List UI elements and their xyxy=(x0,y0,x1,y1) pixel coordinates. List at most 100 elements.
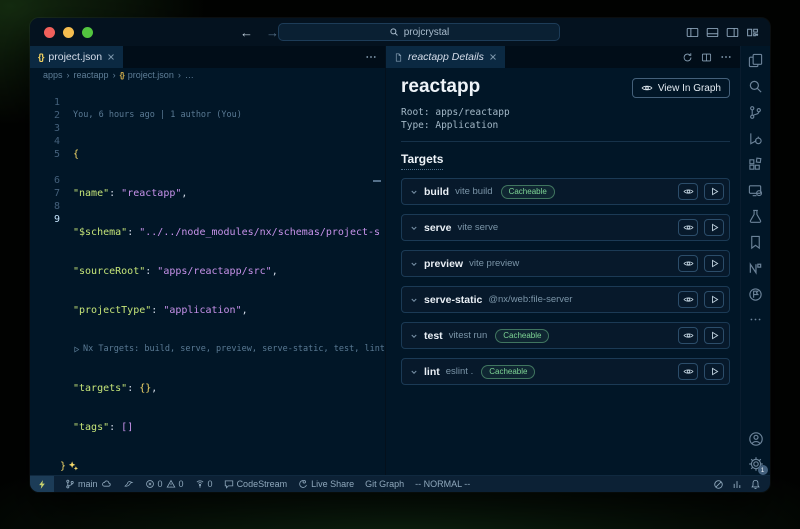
tab-bar-right: reactapp Details xyxy=(386,46,740,68)
chevron-down-icon[interactable] xyxy=(410,260,418,268)
breadcrumb-separator-icon: › xyxy=(113,70,116,80)
more-actions-icon[interactable] xyxy=(720,51,732,63)
code-line: } xyxy=(60,460,385,473)
target-name: serve-static xyxy=(424,294,482,306)
toggle-panel-icon[interactable] xyxy=(706,26,719,39)
source-control-icon[interactable] xyxy=(748,105,763,120)
breadcrumb[interactable]: apps › reactapp › {} project.json › … xyxy=(30,68,385,82)
tab-reactapp-details[interactable]: reactapp Details xyxy=(386,46,505,68)
close-tab-icon[interactable] xyxy=(489,53,497,61)
flag-circle-icon[interactable] xyxy=(748,287,763,302)
chevron-down-icon[interactable] xyxy=(410,224,418,232)
run-target-button[interactable] xyxy=(704,327,724,344)
title-bar: ← → projcrystal xyxy=(30,18,770,46)
maximize-window-button[interactable] xyxy=(82,27,93,38)
tab-project-json[interactable]: {} project.json xyxy=(30,46,123,68)
more-views-icon[interactable] xyxy=(749,313,762,326)
target-name: preview xyxy=(424,258,463,270)
gitlens-blame-lens[interactable]: You, 6 hours ago | 1 author (You) xyxy=(60,109,385,122)
chevron-down-icon[interactable] xyxy=(410,368,418,376)
code-line: "name": "reactapp", xyxy=(60,187,385,200)
target-row-lint[interactable]: lint eslint . Cacheable xyxy=(401,358,730,385)
run-debug-icon[interactable] xyxy=(748,131,763,146)
problems-status[interactable]: 0 0 xyxy=(145,479,184,489)
project-title: reactapp xyxy=(401,76,480,98)
do-not-disturb-icon[interactable] xyxy=(713,479,724,490)
project-root: Root: apps/reactapp xyxy=(401,106,730,119)
live-share-status[interactable]: Live Share xyxy=(298,479,354,489)
comment-icon xyxy=(224,479,234,489)
git-branch-status[interactable]: main xyxy=(65,479,112,489)
explorer-icon[interactable] xyxy=(748,53,763,68)
target-row-build[interactable]: build vite build Cacheable xyxy=(401,178,730,205)
breadcrumb-item[interactable]: reactapp xyxy=(74,70,109,80)
extensions-icon[interactable] xyxy=(748,157,763,172)
target-command: vite preview xyxy=(469,258,519,269)
target-name: test xyxy=(424,330,443,342)
target-row-serve[interactable]: serve vite serve xyxy=(401,214,730,241)
toggle-secondary-sidebar-icon[interactable] xyxy=(726,26,739,39)
nx-targets-lens[interactable]: Nx Targets: build, serve, preview, serve… xyxy=(60,343,385,356)
cloud-sync-icon xyxy=(101,479,112,489)
file-icon xyxy=(394,52,403,63)
search-icon[interactable] xyxy=(748,79,763,94)
bookmarks-icon[interactable] xyxy=(748,235,763,250)
testing-icon[interactable] xyxy=(748,209,763,224)
view-target-button[interactable] xyxy=(678,255,698,272)
bird-icon[interactable] xyxy=(123,479,134,489)
editor-group-left: {} project.json apps › reactapp › {} pro… xyxy=(30,46,385,475)
settings-badge: 1 xyxy=(758,465,768,475)
settings-gear-icon[interactable]: 1 xyxy=(748,456,764,472)
run-target-button[interactable] xyxy=(704,291,724,308)
close-window-button[interactable] xyxy=(44,27,55,38)
more-actions-icon[interactable] xyxy=(365,51,377,63)
breadcrumb-item[interactable]: apps xyxy=(43,70,63,80)
ports-status[interactable]: 0 xyxy=(195,479,213,489)
view-target-button[interactable] xyxy=(678,219,698,236)
view-target-button[interactable] xyxy=(678,327,698,344)
search-value: projcrystal xyxy=(404,27,450,38)
bars-icon[interactable] xyxy=(732,479,742,490)
split-editor-icon[interactable] xyxy=(701,52,712,63)
breadcrumb-item[interactable]: project.json xyxy=(128,70,174,80)
minimize-window-button[interactable] xyxy=(63,27,74,38)
customize-layout-icon[interactable] xyxy=(746,26,759,39)
view-target-button[interactable] xyxy=(678,363,698,380)
json-file-icon: {} xyxy=(38,52,43,63)
view-in-graph-button[interactable]: View In Graph xyxy=(632,78,730,98)
activity-bar: 1 xyxy=(740,46,770,475)
sparkle-icon[interactable] xyxy=(68,460,79,471)
codestream-status[interactable]: CodeStream xyxy=(224,479,288,489)
scrollbar-marker[interactable] xyxy=(373,180,381,182)
bell-icon[interactable] xyxy=(750,479,761,490)
run-target-button[interactable] xyxy=(704,219,724,236)
git-graph-status[interactable]: Git Graph xyxy=(365,479,404,489)
run-target-button[interactable] xyxy=(704,255,724,272)
code-editor[interactable]: 12345 678 9 You, 6 hours ago | 1 author … xyxy=(30,82,385,492)
refresh-icon[interactable] xyxy=(682,52,693,63)
view-target-button[interactable] xyxy=(678,183,698,200)
chevron-down-icon[interactable] xyxy=(410,296,418,304)
target-row-serve-static[interactable]: serve-static @nx/web:file-server xyxy=(401,286,730,313)
account-icon[interactable] xyxy=(748,431,764,447)
remote-explorer-icon[interactable] xyxy=(748,183,763,198)
target-row-test[interactable]: test vitest run Cacheable xyxy=(401,322,730,349)
run-target-button[interactable] xyxy=(704,183,724,200)
target-row-preview[interactable]: preview vite preview xyxy=(401,250,730,277)
search-input[interactable]: projcrystal xyxy=(278,23,560,41)
divider xyxy=(401,141,730,142)
chevron-down-icon[interactable] xyxy=(410,332,418,340)
chevron-down-icon[interactable] xyxy=(410,188,418,196)
close-tab-icon[interactable] xyxy=(107,53,115,61)
remote-indicator[interactable] xyxy=(30,476,54,493)
error-icon xyxy=(145,479,155,489)
toggle-primary-sidebar-icon[interactable] xyxy=(686,26,699,39)
json-file-icon: {} xyxy=(120,71,124,80)
nx-console-icon[interactable] xyxy=(748,261,763,276)
breadcrumb-item[interactable]: … xyxy=(185,70,194,80)
run-target-button[interactable] xyxy=(704,363,724,380)
back-icon[interactable]: ← xyxy=(240,26,253,39)
view-target-button[interactable] xyxy=(678,291,698,308)
tab-bar-left: {} project.json xyxy=(30,46,385,68)
vim-mode-status[interactable]: -- NORMAL -- xyxy=(415,479,470,489)
